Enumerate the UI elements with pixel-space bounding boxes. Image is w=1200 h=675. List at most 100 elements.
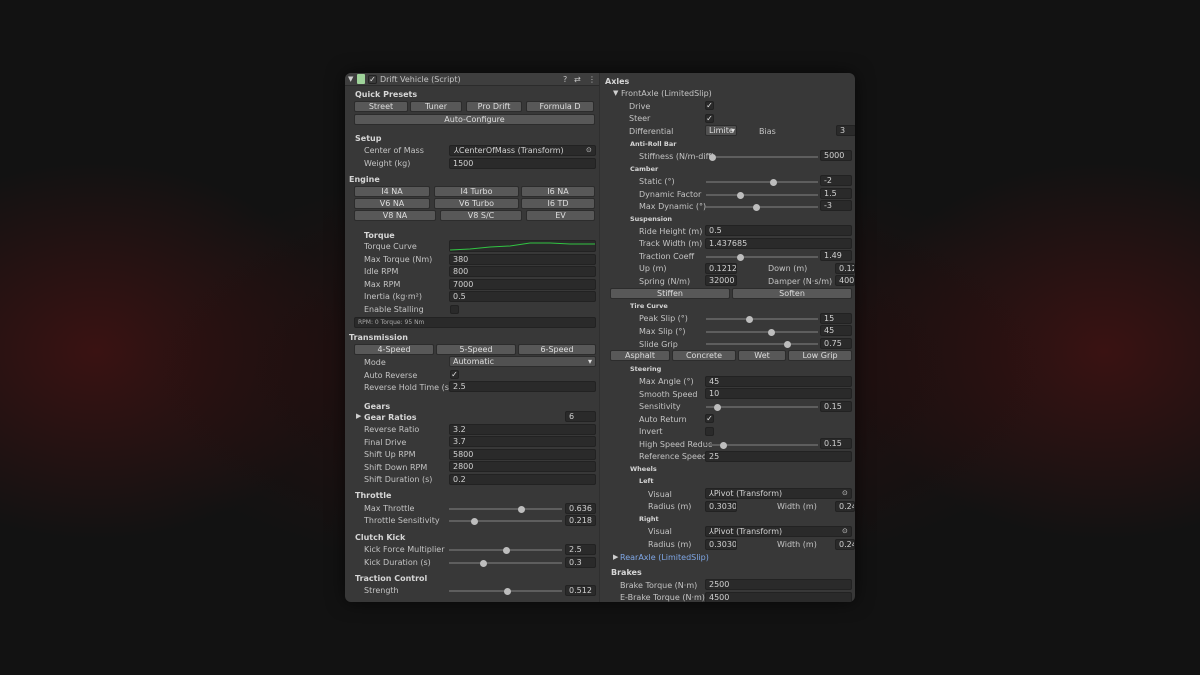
max-dynamic-slider[interactable] <box>706 203 818 211</box>
kick-force-field[interactable]: 2.5 <box>565 544 596 555</box>
traction-coeff-field[interactable]: 1.49 <box>820 250 852 261</box>
slider-handle[interactable] <box>719 441 727 449</box>
ref-speed-field[interactable]: 25 <box>705 451 852 462</box>
gearbox-5speed-button[interactable]: 5-Speed <box>436 344 516 355</box>
more-menu-icon[interactable]: ⋮ <box>588 74 596 85</box>
preset-pro-drift-button[interactable]: Pro Drift <box>466 101 522 112</box>
slider-handle[interactable] <box>745 315 753 323</box>
soften-button[interactable]: Soften <box>732 288 852 299</box>
surface-wet-button[interactable]: Wet <box>738 350 786 361</box>
slider-handle[interactable] <box>709 153 717 161</box>
throttle-sens-field[interactable]: 0.218 <box>565 515 596 526</box>
slider-handle[interactable] <box>736 253 744 261</box>
object-picker-icon[interactable]: ⊙ <box>842 489 848 497</box>
engine-v8na-button[interactable]: V8 NA <box>354 210 436 221</box>
down-field[interactable]: 0.121 <box>835 263 855 274</box>
right-radius-field[interactable]: 0.30308 <box>705 539 737 550</box>
slider-handle[interactable] <box>767 328 775 336</box>
stiffness-field[interactable]: 5000 <box>820 150 852 161</box>
engine-ev-button[interactable]: EV <box>526 210 595 221</box>
engine-i6na-button[interactable]: I6 NA <box>521 186 595 197</box>
gearbox-6speed-button[interactable]: 6-Speed <box>518 344 596 355</box>
brake-torque-field[interactable]: 2500 <box>705 579 852 590</box>
engine-v6na-button[interactable]: V6 NA <box>354 198 430 209</box>
slider-handle[interactable] <box>783 340 791 348</box>
mode-dropdown[interactable]: Automatic ▾ <box>449 356 596 367</box>
preset-formula-d-button[interactable]: Formula D <box>526 101 594 112</box>
sensitivity-slider[interactable] <box>706 403 818 411</box>
surface-low-grip-button[interactable]: Low Grip <box>788 350 852 361</box>
slider-handle[interactable] <box>517 505 525 513</box>
max-rpm-field[interactable]: 7000 <box>449 279 596 290</box>
slider-handle[interactable] <box>470 517 478 525</box>
bias-field[interactable]: 3 <box>836 125 855 136</box>
engine-v8sc-button[interactable]: V8 S/C <box>440 210 522 221</box>
object-picker-icon[interactable]: ⊙ <box>586 146 592 154</box>
slider-handle[interactable] <box>479 559 487 567</box>
kick-duration-slider[interactable] <box>449 559 562 567</box>
steer-checkbox[interactable]: ✓ <box>705 114 714 123</box>
preset-icon[interactable]: ⇄ <box>574 74 581 85</box>
front-axle-foldout[interactable]: FrontAxle (LimitedSlip) <box>621 88 712 99</box>
stiffness-slider[interactable] <box>709 153 818 161</box>
slider-handle[interactable] <box>714 403 722 411</box>
weight-field[interactable]: 1500 <box>449 158 596 169</box>
slider-handle[interactable] <box>753 203 761 211</box>
help-icon[interactable]: ? <box>563 74 567 85</box>
engine-i6td-button[interactable]: I6 TD <box>521 198 595 209</box>
auto-configure-button[interactable]: Auto-Configure <box>354 114 595 125</box>
slider-handle[interactable] <box>770 178 778 186</box>
slider-handle[interactable] <box>736 191 744 199</box>
differential-dropdown[interactable]: Limite ▾ <box>705 125 737 136</box>
hsr-slider[interactable] <box>706 441 818 449</box>
auto-reverse-checkbox[interactable]: ✓ <box>450 370 459 379</box>
reverse-hold-field[interactable]: 2.5 <box>449 381 596 392</box>
damper-field[interactable]: 4000 <box>835 275 855 286</box>
up-field[interactable]: 0.12123 <box>705 263 737 274</box>
left-width-field[interactable]: 0.24 <box>835 501 855 512</box>
dynamic-factor-field[interactable]: 1.5 <box>820 188 852 199</box>
inertia-field[interactable]: 0.5 <box>449 291 596 302</box>
reverse-ratio-field[interactable]: 3.2 <box>449 424 596 435</box>
spring-field[interactable]: 32000 <box>705 275 737 286</box>
static-field[interactable]: -2 <box>820 175 852 186</box>
invert-checkbox[interactable] <box>705 427 714 436</box>
hsr-field[interactable]: 0.15 <box>820 438 852 449</box>
smooth-speed-field[interactable]: 10 <box>705 388 852 399</box>
gearbox-4speed-button[interactable]: 4-Speed <box>354 344 434 355</box>
sensitivity-field[interactable]: 0.15 <box>820 401 852 412</box>
idle-rpm-field[interactable]: 800 <box>449 266 596 277</box>
object-picker-icon[interactable]: ⊙ <box>842 527 848 535</box>
max-throttle-slider[interactable] <box>449 505 562 513</box>
drive-checkbox[interactable]: ✓ <box>705 101 714 110</box>
right-visual-field[interactable]: ⅄Pivot (Transform) <box>705 526 852 537</box>
kick-force-slider[interactable] <box>449 546 562 554</box>
auto-return-checkbox[interactable]: ✓ <box>705 414 714 423</box>
torque-curve-field[interactable] <box>449 240 596 252</box>
component-enabled-checkbox[interactable]: ✓ <box>368 75 377 84</box>
static-slider[interactable] <box>706 178 818 186</box>
right-width-field[interactable]: 0.24 <box>835 539 855 550</box>
shift-up-field[interactable]: 5800 <box>449 449 596 460</box>
max-angle-field[interactable]: 45 <box>705 376 852 387</box>
foldout-right-icon[interactable]: ▶ <box>356 412 361 420</box>
kick-duration-field[interactable]: 0.3 <box>565 557 596 568</box>
max-slip-field[interactable]: 45 <box>820 325 852 336</box>
slide-grip-field[interactable]: 0.75 <box>820 338 852 349</box>
strength-field[interactable]: 0.512 <box>565 585 596 596</box>
left-visual-field[interactable]: ⅄Pivot (Transform) <box>705 488 852 499</box>
ride-height-field[interactable]: 0.5 <box>705 225 852 236</box>
slider-handle[interactable] <box>503 587 511 595</box>
max-torque-field[interactable]: 380 <box>449 254 596 265</box>
surface-asphalt-button[interactable]: Asphalt <box>610 350 670 361</box>
max-dynamic-field[interactable]: -3 <box>820 200 852 211</box>
throttle-sens-slider[interactable] <box>449 517 562 525</box>
gear-ratios-count[interactable]: 6 <box>565 411 596 422</box>
foldout-arrow-icon[interactable]: ▼ <box>348 75 353 83</box>
engine-i4turbo-button[interactable]: I4 Turbo <box>434 186 519 197</box>
slider-handle[interactable] <box>502 546 510 554</box>
rear-axle-foldout[interactable]: RearAxle (LimitedSlip) <box>620 552 709 563</box>
traction-coeff-slider[interactable] <box>706 253 818 261</box>
track-width-field[interactable]: 1.437685 <box>705 238 852 249</box>
stalling-checkbox[interactable] <box>450 305 459 314</box>
